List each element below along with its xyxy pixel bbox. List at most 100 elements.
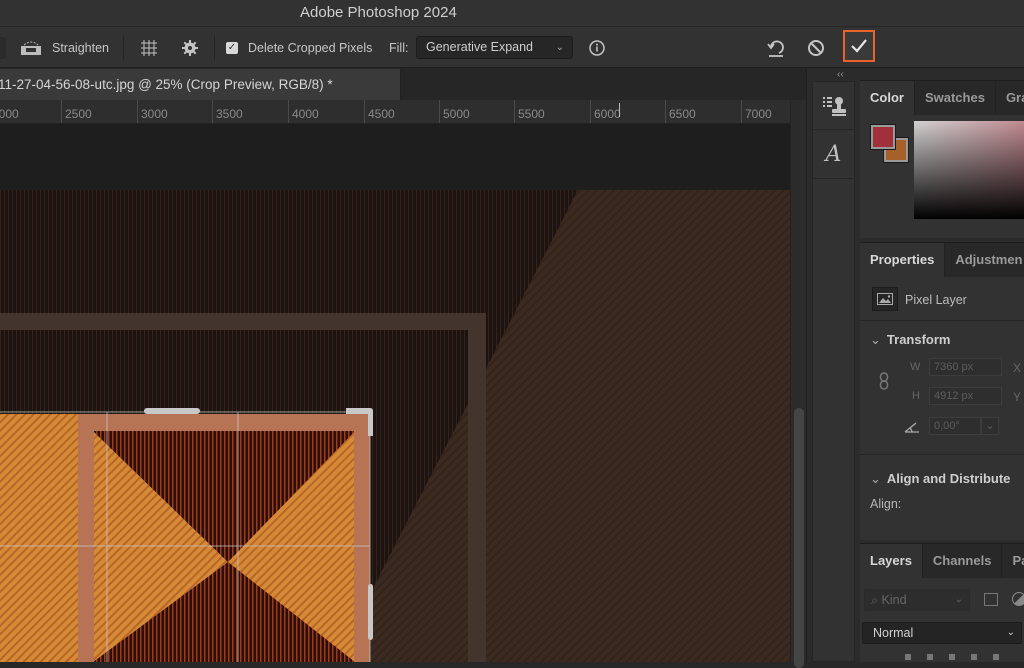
align-label: Align:	[870, 497, 902, 511]
document-tab-bar: 11-27-04-56-08-utc.jpg @ 25% (Crop Previ…	[0, 69, 806, 100]
properties-panel-tabs: Properties Adjustmen	[860, 243, 1024, 277]
properties-panel: Properties Adjustmen Pixel Layer ⌄ Transf…	[860, 242, 1024, 540]
ruler-tick-label: 7000	[741, 100, 772, 123]
divider	[860, 454, 1024, 455]
layer-type-label: Pixel Layer	[905, 293, 967, 307]
ruler-tick-label: 3500	[212, 100, 243, 123]
straighten-label: Straighten	[52, 41, 109, 55]
clone-source-panel-button[interactable]	[813, 82, 854, 130]
tab-paths[interactable]: Pa	[1002, 544, 1024, 578]
align-section-toggle[interactable]: ⌄ Align and Distribute	[870, 471, 1010, 487]
align-title: Align and Distribute	[886, 471, 1011, 486]
tab-channels[interactable]: Channels	[923, 544, 1003, 578]
cancel-crop-button[interactable]	[803, 36, 829, 60]
ruler-tick-label: 6500	[665, 100, 696, 123]
scrollbar-thumb[interactable]	[794, 408, 804, 668]
gear-icon	[182, 40, 198, 56]
document-tab-title: 11-27-04-56-08-utc.jpg @ 25% (Crop Previ…	[0, 77, 333, 92]
layers-panel-tabs: Layers Channels Pa	[860, 544, 1024, 578]
overlay-options-button[interactable]	[136, 36, 162, 60]
angle-icon	[904, 422, 919, 433]
divider	[214, 36, 215, 60]
filter-pixel-layers-icon[interactable]	[984, 593, 998, 606]
color-field[interactable]	[914, 121, 1024, 219]
color-panel: Color Swatches Gra	[860, 80, 1024, 238]
reset-icon	[767, 40, 784, 57]
crop-preview-image	[0, 124, 790, 662]
panel-icon-column: A	[812, 81, 855, 662]
tab-color[interactable]: Color	[860, 81, 915, 115]
transform-title: Transform	[886, 332, 951, 347]
blend-mode-value: Normal	[873, 626, 914, 640]
width-label: W	[910, 361, 921, 373]
chevron-down-icon: ⌄	[954, 594, 963, 605]
divider	[123, 36, 124, 60]
ruler-tick-label: 2500	[61, 100, 92, 123]
ruler-tick-label: 5500	[514, 100, 545, 123]
divider	[860, 320, 1024, 321]
right-panels: Color Swatches Gra Properties Adjustmen …	[858, 69, 1024, 662]
glyphs-panel-button[interactable]: A	[813, 131, 854, 179]
chevron-down-icon: ⌄	[870, 471, 881, 486]
tab-gradients[interactable]: Gra	[996, 81, 1024, 115]
chevron-down-icon: ⌄	[555, 42, 564, 53]
filter-adjustment-layers-icon[interactable]	[1012, 592, 1024, 606]
ruler-tick-label: 2000	[0, 100, 19, 123]
delete-cropped-pixels-checkbox[interactable]: ✓ Delete Cropped Pixels	[226, 27, 372, 69]
ruler-tick-label: 3000	[137, 100, 168, 123]
lock-icons-row[interactable]	[905, 654, 1015, 660]
chevron-down-icon: ⌄	[870, 332, 881, 347]
layer-filter-select[interactable]: ⌕ Kind ⌄	[864, 589, 970, 611]
ruler-tick-label: 4500	[364, 100, 395, 123]
ruler-tick-label: 4000	[288, 100, 319, 123]
straighten-button[interactable]: Straighten	[20, 27, 109, 69]
color-panel-tabs: Color Swatches Gra	[860, 81, 1024, 115]
chevron-down-icon: ⌄	[1006, 627, 1015, 638]
glyphs-icon: A	[825, 142, 842, 167]
angle-dropdown[interactable]: ⌄	[981, 417, 999, 435]
collapse-panels-button[interactable]: ‹‹	[837, 69, 844, 80]
app-title: Adobe Photoshop 2024	[300, 4, 457, 21]
fill-value: Generative Expand	[426, 40, 534, 54]
blend-mode-select[interactable]: Normal ⌄	[862, 622, 1022, 644]
tab-layers[interactable]: Layers	[860, 544, 923, 578]
tab-swatches[interactable]: Swatches	[915, 81, 996, 115]
options-bar: Straighten ✓ Delete Cropped Pixels Fill:…	[0, 26, 1024, 68]
title-bar: Adobe Photoshop 2024	[0, 0, 1024, 26]
ratio-field-fragment[interactable]	[0, 37, 6, 59]
tab-adjustments[interactable]: Adjustmen	[945, 243, 1024, 277]
fill-label: Fill:	[389, 41, 409, 55]
layer-filter-placeholder: Kind	[881, 593, 907, 607]
cancel-icon	[808, 40, 824, 56]
vertical-scrollbar[interactable]	[790, 100, 806, 668]
commit-crop-button[interactable]	[843, 30, 875, 62]
info-button[interactable]	[584, 36, 610, 60]
crop-settings-button[interactable]	[177, 36, 203, 60]
fill-select[interactable]: Generative Expand ⌄	[416, 36, 573, 59]
crop-handle-top[interactable]	[144, 408, 200, 414]
tab-properties[interactable]: Properties	[860, 243, 946, 277]
checkmark-icon	[851, 39, 867, 53]
crop-handle-right[interactable]	[368, 584, 373, 640]
document-tab[interactable]: 11-27-04-56-08-utc.jpg @ 25% (Crop Previ…	[0, 69, 401, 100]
ruler-tick-label: 6000	[590, 100, 621, 123]
search-icon: ⌕	[871, 593, 879, 607]
canvas-area[interactable]	[0, 124, 790, 662]
reset-button[interactable]	[763, 36, 789, 60]
height-field[interactable]: 4912 px	[929, 387, 1002, 405]
panel-icon-strip: ‹‹ A	[806, 69, 858, 662]
foreground-color-swatch[interactable]	[870, 124, 896, 150]
info-icon	[589, 40, 605, 56]
width-field[interactable]: 7360 px	[929, 358, 1002, 376]
layers-panel: Layers Channels Pa ⌕ Kind ⌄ Normal ⌄	[860, 543, 1024, 662]
horizontal-ruler[interactable]: 2000 2500 3000 3500 4000 4500 5000 5500 …	[0, 100, 790, 124]
height-label: H	[912, 390, 920, 402]
pixel-layer-icon	[872, 287, 898, 311]
x-label: X	[1013, 361, 1022, 375]
transform-section-toggle[interactable]: ⌄ Transform	[870, 332, 950, 348]
delete-cropped-label: Delete Cropped Pixels	[248, 41, 373, 55]
ruler-cursor-marker	[619, 103, 620, 117]
link-dimensions-icon[interactable]	[879, 372, 889, 390]
angle-field[interactable]: 0,00°	[929, 417, 981, 435]
chevron-down-icon: ⌄	[985, 420, 995, 432]
